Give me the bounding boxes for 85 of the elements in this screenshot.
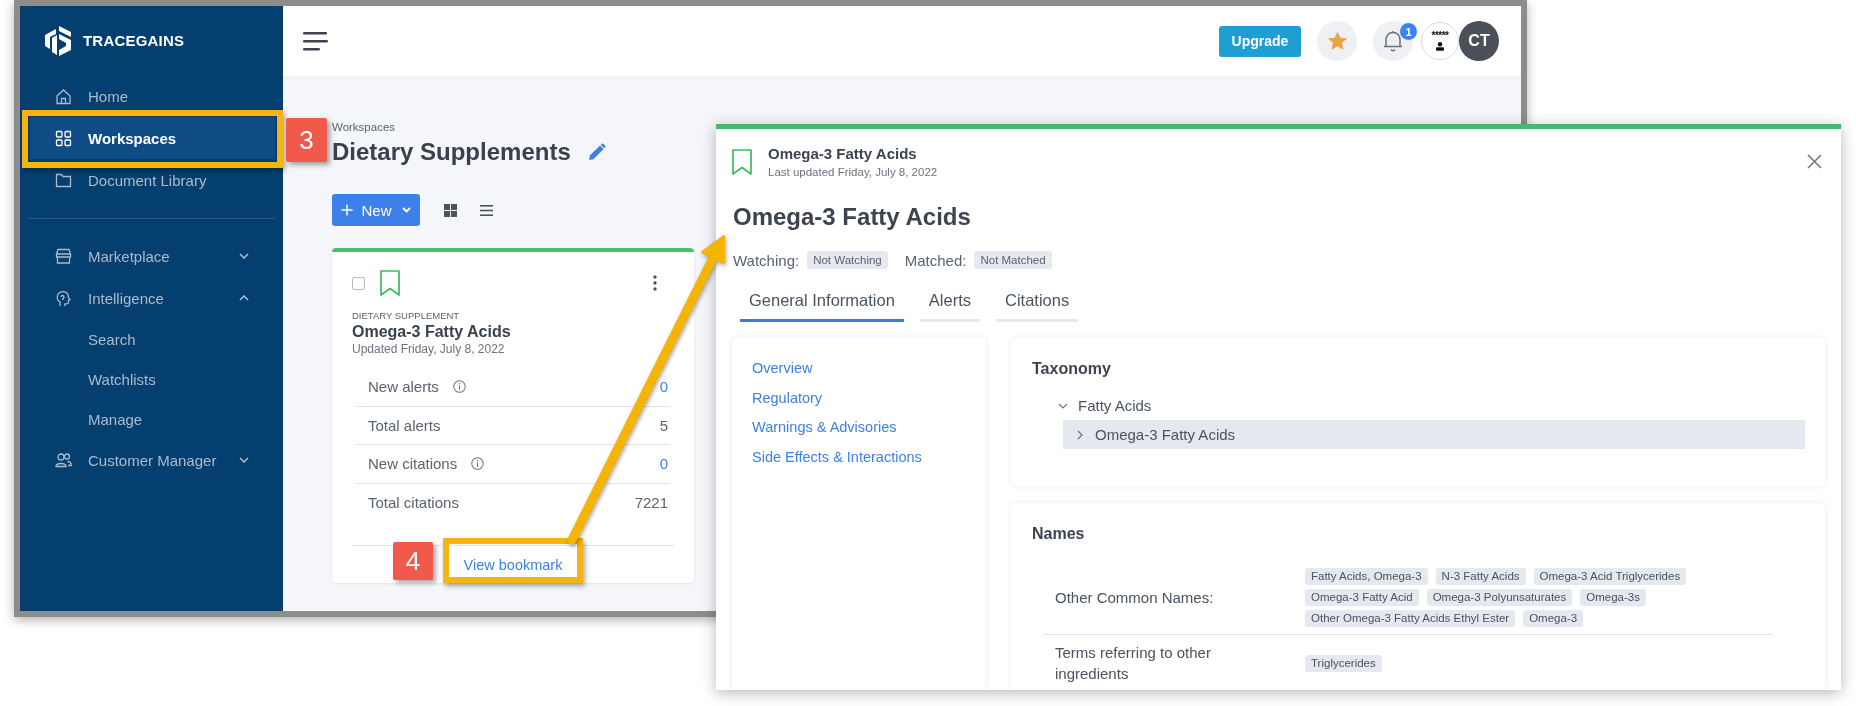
upgrade-button[interactable]: Upgrade — [1219, 25, 1301, 57]
checkbox[interactable] — [352, 276, 365, 290]
tab[interactable]: Alerts — [919, 281, 980, 322]
tab[interactable]: Citations — [996, 281, 1079, 322]
nav-subitem[interactable]: Manage — [30, 399, 275, 439]
stat-value: 7221 — [634, 493, 668, 511]
card-updated-date: Updated Friday, July 8, 2022 — [352, 342, 506, 357]
close-icon[interactable] — [1807, 154, 1822, 169]
bookmark-icon[interactable] — [380, 270, 400, 296]
stat-label: Total citations — [368, 493, 459, 511]
step-number-callout: 3 — [286, 118, 327, 162]
more-options-icon[interactable] — [653, 275, 657, 291]
name-tag: N-3 Fatty Acids — [1435, 568, 1526, 585]
tree-item[interactable]: Omega-3 Fatty Acids — [1063, 420, 1805, 449]
info-icon[interactable] — [452, 379, 466, 393]
notification-badge: 1 — [1400, 23, 1417, 40]
stat-value: 5 — [659, 416, 668, 434]
card-title[interactable]: Omega-3 Fatty Acids — [352, 322, 674, 342]
caret-icon — [401, 207, 411, 213]
nav-item[interactable]: Marketplace — [30, 235, 275, 277]
card-heading: Taxonomy — [1032, 359, 1111, 379]
section-link[interactable]: Overview — [752, 359, 813, 377]
nav-item[interactable]: Customer Manager — [30, 439, 275, 481]
folder-icon — [55, 171, 72, 189]
card-type-label: DIETARY SUPPLEMENT — [352, 310, 461, 322]
name-tag: Omega-3 Fatty Acid — [1305, 589, 1419, 606]
stat-label: New citations — [368, 455, 458, 473]
name-tag: Other Omega-3 Fatty Acids Ethyl Ester — [1305, 610, 1516, 627]
store-icon — [55, 247, 72, 265]
stat-value[interactable]: 0 — [659, 455, 668, 473]
grid-icon — [55, 129, 72, 147]
name-tag: Fatty Acids, Omega-3 — [1305, 568, 1428, 585]
avatar[interactable]: ***** — [1421, 22, 1459, 60]
avatar-initials[interactable]: CT — [1459, 21, 1499, 61]
page-title: Dietary Supplements — [332, 137, 571, 167]
bell-icon — [1383, 30, 1403, 52]
status-tag: Not Matched — [974, 251, 1052, 269]
logo-text: TRACEGAINS — [83, 32, 185, 49]
section-link[interactable]: Side Effects & Interactions — [752, 447, 922, 466]
people-icon — [55, 451, 72, 469]
stat-value[interactable]: 0 — [659, 377, 668, 395]
status-tag: Not Watching — [807, 251, 888, 269]
panel-title: Omega-3 Fatty Acids — [733, 203, 971, 231]
home-icon — [55, 87, 72, 105]
star-icon — [1327, 32, 1347, 50]
menu-icon[interactable] — [303, 31, 328, 51]
stat-label: Total alerts — [368, 416, 441, 434]
plus-icon — [341, 204, 354, 216]
bookmark-icon[interactable] — [732, 149, 752, 175]
name-tag: Omega-3 Polyunsaturates — [1426, 589, 1573, 606]
tab[interactable]: General Information — [740, 281, 904, 322]
nav-item[interactable]: Workspaces — [30, 117, 275, 159]
step-number-callout: 4 — [393, 542, 433, 580]
name-tag: Triglycerides — [1305, 654, 1382, 672]
section-link[interactable]: Warnings & Advisories — [752, 418, 897, 437]
list-view-icon[interactable] — [480, 204, 493, 216]
person-icon — [1435, 42, 1445, 51]
avatar-alt-text: ***** — [1431, 31, 1449, 41]
names-row-label: Terms referring to other ingredients — [1054, 643, 1212, 684]
view-bookmark-link[interactable]: View bookmark — [463, 556, 563, 573]
nav-item[interactable]: Home — [30, 75, 275, 117]
card-heading: Names — [1032, 524, 1085, 544]
head-icon — [55, 289, 72, 307]
names-row-label: Other Common Names: — [1054, 588, 1215, 608]
status-label: Watching: — [733, 251, 800, 269]
panel-header-subtitle: Last updated Friday, July 8, 2022 — [768, 165, 938, 179]
nav-subitem[interactable]: Search — [30, 319, 275, 359]
nav-subitem[interactable]: Watchlists — [30, 359, 275, 399]
tree-item[interactable]: Fatty Acids — [1046, 391, 1805, 420]
panel-header-title: Omega-3 Fatty Acids — [768, 145, 918, 163]
nav-item[interactable]: Intelligence — [30, 277, 275, 319]
favorites-button[interactable] — [1317, 21, 1357, 61]
name-tag: Omega-3s — [1580, 589, 1646, 606]
status-label: Matched: — [904, 251, 967, 269]
section-link[interactable]: Regulatory — [752, 388, 823, 407]
name-tag: Omega-3 — [1523, 610, 1584, 627]
stat-label: New alerts — [368, 377, 439, 395]
info-icon[interactable] — [471, 457, 485, 471]
logo-icon — [44, 25, 72, 56]
breadcrumb[interactable]: Workspaces — [332, 120, 396, 134]
name-tag: Omega-3 Acid Triglycerides — [1533, 568, 1687, 585]
pencil-icon[interactable] — [587, 143, 606, 161]
grid-view-icon[interactable] — [444, 203, 457, 217]
nav-item[interactable]: Document Library — [30, 159, 275, 201]
new-button[interactable]: New — [332, 194, 420, 226]
